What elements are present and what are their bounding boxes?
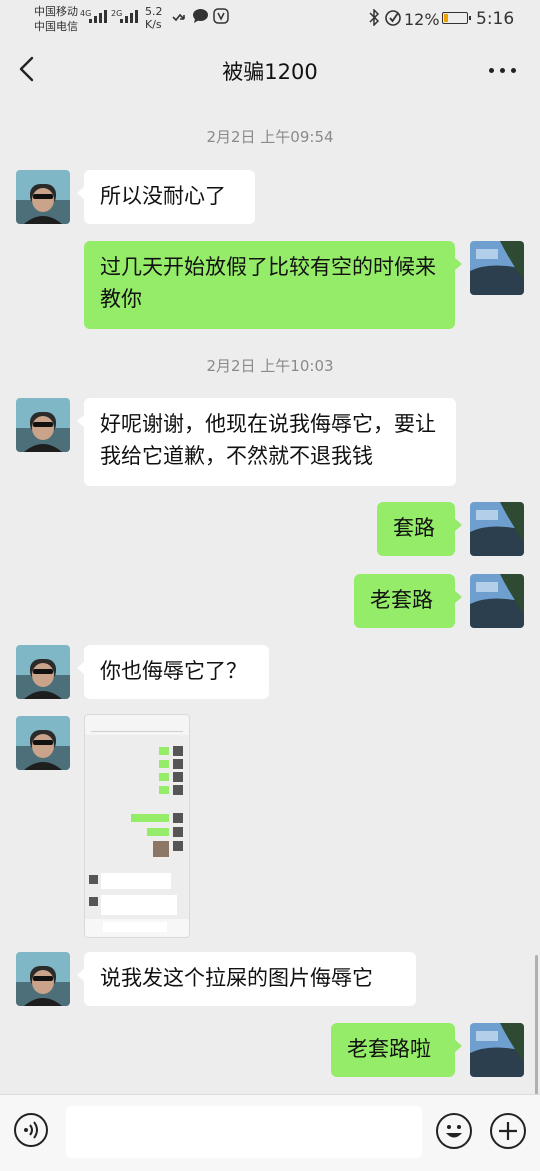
bluetooth-icon bbox=[368, 8, 380, 30]
image-message-screenshot[interactable] bbox=[84, 714, 190, 938]
contact-avatar[interactable] bbox=[16, 170, 70, 224]
signal-icon-2 bbox=[120, 10, 138, 23]
voice-icon[interactable] bbox=[14, 1113, 48, 1147]
more-dots-icon[interactable] bbox=[489, 68, 516, 73]
battery-icon bbox=[442, 12, 471, 24]
carrier-1: 中国移动 bbox=[34, 5, 78, 18]
message-icon bbox=[192, 8, 209, 28]
message-bubble-outgoing[interactable]: 套路 bbox=[377, 502, 462, 556]
message-bubble-outgoing[interactable]: 过几天开始放假了比较有空的时候来教你 bbox=[84, 241, 462, 329]
chat-header: 被骗1200 bbox=[0, 40, 540, 100]
message-bubble-outgoing[interactable]: 老套路 bbox=[354, 574, 462, 628]
contact-avatar[interactable] bbox=[16, 716, 70, 770]
contact-avatar[interactable] bbox=[16, 398, 70, 452]
my-avatar[interactable] bbox=[470, 1023, 524, 1077]
plus-icon[interactable] bbox=[490, 1113, 526, 1149]
signal-icon-1 bbox=[89, 10, 107, 23]
clock: 5:16 bbox=[476, 9, 515, 29]
message-bubble-outgoing[interactable]: 老套路啦 bbox=[331, 1023, 462, 1077]
message-bubble-incoming[interactable]: 好呢谢谢，他现在说我侮辱它，要让我给它道歉，不然就不退我钱 bbox=[77, 398, 456, 486]
emoji-icon[interactable] bbox=[436, 1113, 472, 1149]
timestamp: 2月2日 上午09:54 bbox=[206, 128, 334, 146]
timestamp: 2月2日 上午10:03 bbox=[206, 357, 334, 375]
my-avatar[interactable] bbox=[470, 502, 524, 556]
carrier-2: 中国电信 bbox=[34, 20, 78, 33]
my-avatar[interactable] bbox=[470, 574, 524, 628]
missed-call-icon bbox=[172, 8, 188, 28]
status-bar: 中国移动 中国电信 4G 2G 5.2 K/s 12% 5:16 bbox=[0, 0, 540, 40]
message-bubble-incoming[interactable]: 你也侮辱它了？ bbox=[77, 645, 269, 699]
my-avatar[interactable] bbox=[470, 241, 524, 295]
contact-avatar[interactable] bbox=[16, 952, 70, 1006]
app-notification-icon bbox=[213, 8, 229, 28]
input-bar bbox=[0, 1094, 540, 1171]
contact-avatar[interactable] bbox=[16, 645, 70, 699]
scrollbar[interactable] bbox=[535, 955, 538, 1095]
data-saver-icon bbox=[384, 9, 402, 30]
battery-percent: 12% bbox=[404, 10, 440, 29]
message-input[interactable] bbox=[66, 1106, 422, 1158]
message-bubble-incoming[interactable]: 所以没耐心了 bbox=[77, 170, 255, 224]
chat-title: 被骗1200 bbox=[222, 60, 318, 84]
network-speed: 5.2 K/s bbox=[145, 5, 163, 31]
message-bubble-incoming[interactable]: 说我发这个拉屎的图片侮辱它 bbox=[77, 952, 416, 1006]
network-speed-value: 5.2 bbox=[145, 5, 163, 18]
network-speed-unit: K/s bbox=[145, 18, 162, 31]
